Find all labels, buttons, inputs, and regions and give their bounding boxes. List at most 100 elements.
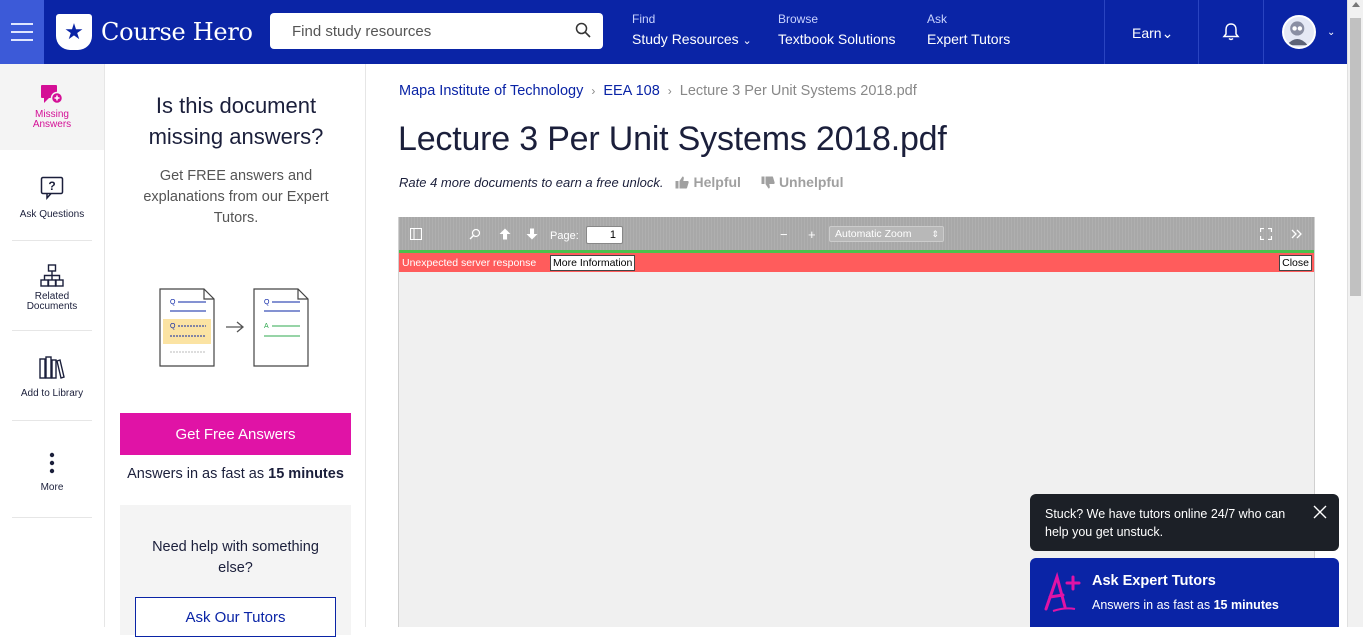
sidebar-item-label: Add to Library [20, 388, 84, 399]
related-documents-icon [40, 264, 64, 287]
sidebar-item-label: Ask Questions [19, 209, 85, 220]
more-icon [49, 452, 55, 474]
sidebar-divider [12, 420, 92, 421]
breadcrumb-course-link[interactable]: EEA 108 [603, 83, 659, 99]
bell-icon[interactable] [1221, 22, 1241, 42]
zoom-in-button[interactable]: + [808, 228, 816, 241]
search-bar [270, 13, 603, 49]
helpful-button[interactable]: Helpful [675, 174, 741, 190]
sidebar-toggle-icon[interactable] [410, 228, 422, 240]
search-icon[interactable] [575, 22, 591, 38]
nav-study-resources[interactable]: Find Study Resources ⌄ [632, 12, 752, 47]
helpful-label: Helpful [693, 174, 741, 190]
rate-prompt: Rate 4 more documents to earn a free unl… [399, 174, 664, 190]
sidebar-divider [12, 330, 92, 331]
nav-divider [1263, 0, 1264, 64]
breadcrumb-separator: › [591, 84, 596, 98]
panel-subtitle: Get FREE answers and explanations from o… [143, 168, 329, 226]
zoom-out-button[interactable]: − [780, 228, 788, 241]
sidebar-item-more[interactable]: More [0, 434, 104, 504]
tools-chevron-icon[interactable] [1291, 228, 1303, 240]
nav-label-big: Textbook Solutions [778, 31, 896, 47]
ask-our-tutors-button[interactable]: Ask Our Tutors [135, 597, 336, 637]
unhelpful-button[interactable]: Unhelpful [761, 174, 844, 190]
sidebar-item-label: Documents [26, 301, 78, 312]
scrollbar-thumb[interactable] [1350, 18, 1361, 296]
more-information-button[interactable]: More Information [550, 255, 636, 271]
a-plus-icon [1044, 571, 1081, 612]
panel-title: Is this document missing answers? [148, 93, 324, 149]
ask-expert-tutors-title: Ask Expert Tutors [1092, 573, 1216, 589]
nav-expert-tutors[interactable]: Ask Expert Tutors [927, 12, 1010, 47]
breadcrumb: Mapa Institute of Technology › EEA 108 ›… [399, 83, 917, 99]
chevron-down-icon: ⌄ [742, 35, 752, 47]
ask-expert-tutors-card[interactable]: Ask Expert Tutors Answers in as fast as … [1030, 558, 1339, 627]
breadcrumb-school-link[interactable]: Mapa Institute of Technology [399, 83, 583, 99]
nav-label-big: Study Resources ⌄ [632, 31, 752, 47]
illus-question-label: Q [264, 299, 270, 306]
left-sidebar: Missing Answers ? Ask Questions Related … [0, 64, 105, 627]
need-help-text: Need help with something else? [152, 539, 319, 576]
ask-expert-tutors-subtitle: Answers in as fast as 15 minutes [1092, 598, 1279, 612]
nav-label-small: Find [632, 12, 656, 26]
breadcrumb-current: Lecture 3 Per Unit Systems 2018.pdf [679, 83, 917, 99]
zoom-select[interactable]: Automatic Zoom [829, 226, 944, 242]
sidebar-item-related-documents[interactable]: Related Documents [0, 254, 104, 324]
brand-name: Course Hero [101, 18, 253, 46]
error-message: Unexpected server response [402, 257, 537, 269]
page-number-input[interactable]: 1 [586, 226, 623, 244]
nav-label-small: Ask [927, 12, 948, 26]
svg-text:?: ? [48, 179, 55, 193]
answer-speed-note: Answers in as fast as 15 minutes [127, 466, 344, 482]
unhelpful-label: Unhelpful [778, 174, 844, 190]
close-icon[interactable] [1313, 505, 1327, 519]
tutor-help-toast: Stuck? We have tutors online 24/7 who ca… [1030, 494, 1339, 551]
rating-row: Rate 4 more documents to earn a free unl… [399, 174, 843, 190]
library-icon [39, 356, 65, 379]
ask-question-icon: ? [40, 176, 64, 200]
user-avatar-icon [1286, 21, 1308, 46]
nav-divider [1198, 0, 1199, 64]
nav-label-small: Browse [778, 12, 819, 26]
missing-answers-icon [41, 85, 64, 105]
page-title: Lecture 3 Per Unit Systems 2018.pdf [398, 120, 947, 158]
missing-answers-panel: Is this document missing answers? Get FR… [106, 64, 366, 637]
breadcrumb-separator: › [667, 84, 672, 98]
next-page-icon[interactable] [526, 228, 538, 240]
sidebar-item-ask-questions[interactable]: ? Ask Questions [0, 164, 104, 234]
page-scrollbar[interactable] [1347, 0, 1363, 627]
nav-textbook-solutions[interactable]: Browse Textbook Solutions [778, 12, 896, 47]
sidebar-item-missing-answers[interactable]: Missing Answers [0, 64, 104, 150]
need-help-box: Need help with something else? Ask Our T… [120, 505, 351, 637]
illus-answer-label: A [264, 323, 269, 330]
previous-page-icon[interactable] [499, 228, 511, 240]
page-number-label: Page: [550, 230, 579, 242]
nav-divider [1104, 0, 1105, 64]
logo[interactable]: ★ Course Hero [56, 0, 268, 64]
fullscreen-icon[interactable] [1260, 228, 1272, 240]
sidebar-divider [12, 240, 92, 241]
scroll-up-icon[interactable] [1352, 2, 1360, 7]
get-free-answers-button[interactable]: Get Free Answers [120, 413, 351, 455]
nav-label-big: Expert Tutors [927, 31, 1011, 47]
question-to-answer-illustration: Q Q Q A [159, 288, 309, 367]
illus-question-label: Q [170, 323, 176, 330]
avatar[interactable] [1282, 15, 1316, 49]
error-bar: Unexpected server response More Informat… [399, 253, 1314, 272]
close-error-button[interactable]: Close [1279, 255, 1312, 271]
find-icon[interactable] [469, 228, 481, 240]
thumbs-up-icon [675, 176, 690, 189]
toast-message: Stuck? We have tutors online 24/7 who ca… [1045, 507, 1286, 539]
illus-question-label: Q [170, 299, 176, 306]
sidebar-divider [12, 517, 92, 518]
pdf-toolbar: Page: 1 − + Automatic Zoom [399, 217, 1314, 250]
sidebar-item-label: Answers [32, 119, 72, 130]
earn-menu[interactable]: Earn⌄ [1132, 25, 1173, 42]
course-hero-star-icon: ★ [56, 14, 92, 50]
search-input[interactable] [270, 22, 550, 40]
chevron-down-icon[interactable]: ⌄ [1327, 27, 1335, 38]
sidebar-item-add-to-library[interactable]: Add to Library [0, 344, 104, 414]
thumbs-down-icon [761, 175, 775, 188]
menu-icon[interactable] [0, 0, 44, 64]
sidebar-item-label: More [40, 482, 64, 493]
